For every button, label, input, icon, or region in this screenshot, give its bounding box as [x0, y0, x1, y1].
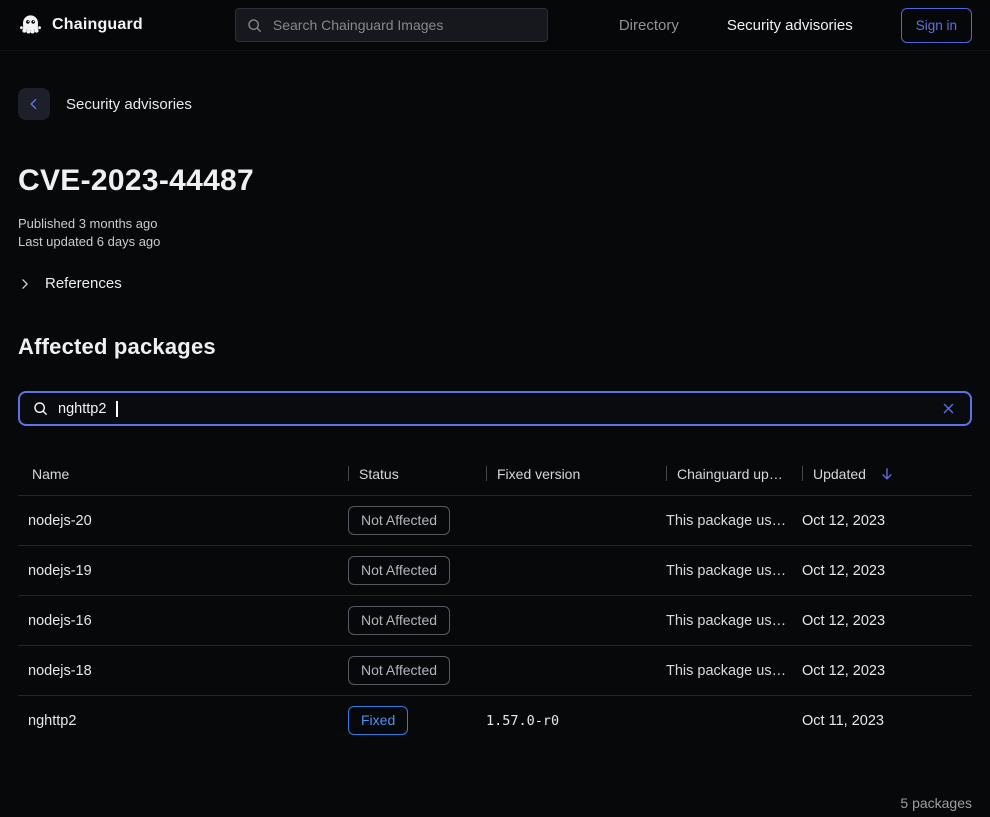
- search-icon: [32, 400, 49, 417]
- sort-descending-icon: [879, 466, 895, 482]
- clear-search-button[interactable]: [936, 397, 960, 421]
- breadcrumb: Security advisories: [18, 88, 972, 120]
- search-icon: [246, 17, 263, 34]
- package-search-value: nghttp2: [58, 401, 106, 417]
- octopus-logo-icon: [18, 13, 43, 38]
- column-header-status[interactable]: Status: [338, 466, 476, 482]
- column-divider: [348, 466, 349, 481]
- package-name: nodejs-18: [18, 663, 338, 679]
- chainguard-logo[interactable]: Chainguard: [18, 13, 143, 38]
- package-count: 5 packages: [18, 795, 972, 811]
- nav-security-advisories[interactable]: Security advisories: [727, 17, 853, 34]
- package-name: nodejs-19: [18, 563, 338, 579]
- page-title: CVE-2023-44487: [18, 164, 972, 198]
- chainguard-update: This package us…: [656, 563, 792, 579]
- package-name: nghttp2: [18, 713, 338, 729]
- published-date: Published 3 months ago: [18, 215, 972, 233]
- chevron-left-icon: [26, 96, 42, 112]
- package-name: nodejs-20: [18, 513, 338, 529]
- status-badge: Not Affected: [348, 556, 450, 585]
- column-divider: [802, 466, 803, 481]
- column-header-updated[interactable]: Updated: [792, 466, 972, 482]
- chainguard-update: This package us…: [656, 663, 792, 679]
- updated-date: Oct 12, 2023: [792, 563, 972, 579]
- table-row[interactable]: nodejs-18 Not Affected This package us… …: [18, 645, 972, 695]
- global-search-input[interactable]: [273, 17, 537, 33]
- column-divider: [666, 466, 667, 481]
- topbar: Chainguard Directory Security advisories…: [0, 0, 990, 51]
- main-content: Security advisories CVE-2023-44487 Publi…: [0, 88, 990, 811]
- top-navigation: Directory Security advisories Sign in: [619, 8, 972, 43]
- references-label: References: [45, 275, 122, 292]
- updated-date: Oct 12, 2023: [792, 513, 972, 529]
- table-row[interactable]: nodejs-20 Not Affected This package us… …: [18, 495, 972, 545]
- table-row[interactable]: nodejs-19 Not Affected This package us… …: [18, 545, 972, 595]
- chevron-right-icon: [18, 277, 32, 291]
- affected-packages-heading: Affected packages: [18, 334, 972, 360]
- updated-date: Oct 11, 2023: [792, 713, 972, 729]
- advisory-meta: Published 3 months ago Last updated 6 da…: [18, 215, 972, 251]
- updated-date: Oct 12, 2023: [792, 613, 972, 629]
- last-updated-date: Last updated 6 days ago: [18, 233, 972, 251]
- references-accordion[interactable]: References: [18, 275, 972, 292]
- status-badge: Fixed: [348, 706, 408, 735]
- close-icon: [941, 401, 956, 416]
- chainguard-update: This package us…: [656, 613, 792, 629]
- text-caret: [116, 401, 118, 417]
- global-search[interactable]: [235, 8, 548, 42]
- column-header-chainguard-update[interactable]: Chainguard up…: [656, 466, 792, 482]
- nav-directory[interactable]: Directory: [619, 17, 679, 34]
- package-name: nodejs-16: [18, 613, 338, 629]
- updated-date: Oct 12, 2023: [792, 663, 972, 679]
- column-header-fixed-version[interactable]: Fixed version: [476, 466, 656, 482]
- table-header: Name Status Fixed version Chainguard up……: [18, 452, 972, 495]
- status-badge: Not Affected: [348, 656, 450, 685]
- affected-packages-table: Name Status Fixed version Chainguard up……: [18, 452, 972, 811]
- package-search-input[interactable]: nghttp2: [18, 391, 972, 426]
- column-divider: [486, 466, 487, 481]
- sign-in-button[interactable]: Sign in: [901, 8, 972, 43]
- table-row[interactable]: nghttp2 Fixed 1.57.0-r0 Oct 11, 2023: [18, 695, 972, 745]
- chainguard-update: This package us…: [656, 513, 792, 529]
- column-header-name[interactable]: Name: [18, 466, 338, 482]
- fixed-version: 1.57.0-r0: [476, 713, 656, 729]
- back-button[interactable]: [18, 88, 50, 120]
- status-badge: Not Affected: [348, 606, 450, 635]
- brand-name: Chainguard: [52, 16, 143, 34]
- breadcrumb-label: Security advisories: [66, 96, 192, 113]
- status-badge: Not Affected: [348, 506, 450, 535]
- table-row[interactable]: nodejs-16 Not Affected This package us… …: [18, 595, 972, 645]
